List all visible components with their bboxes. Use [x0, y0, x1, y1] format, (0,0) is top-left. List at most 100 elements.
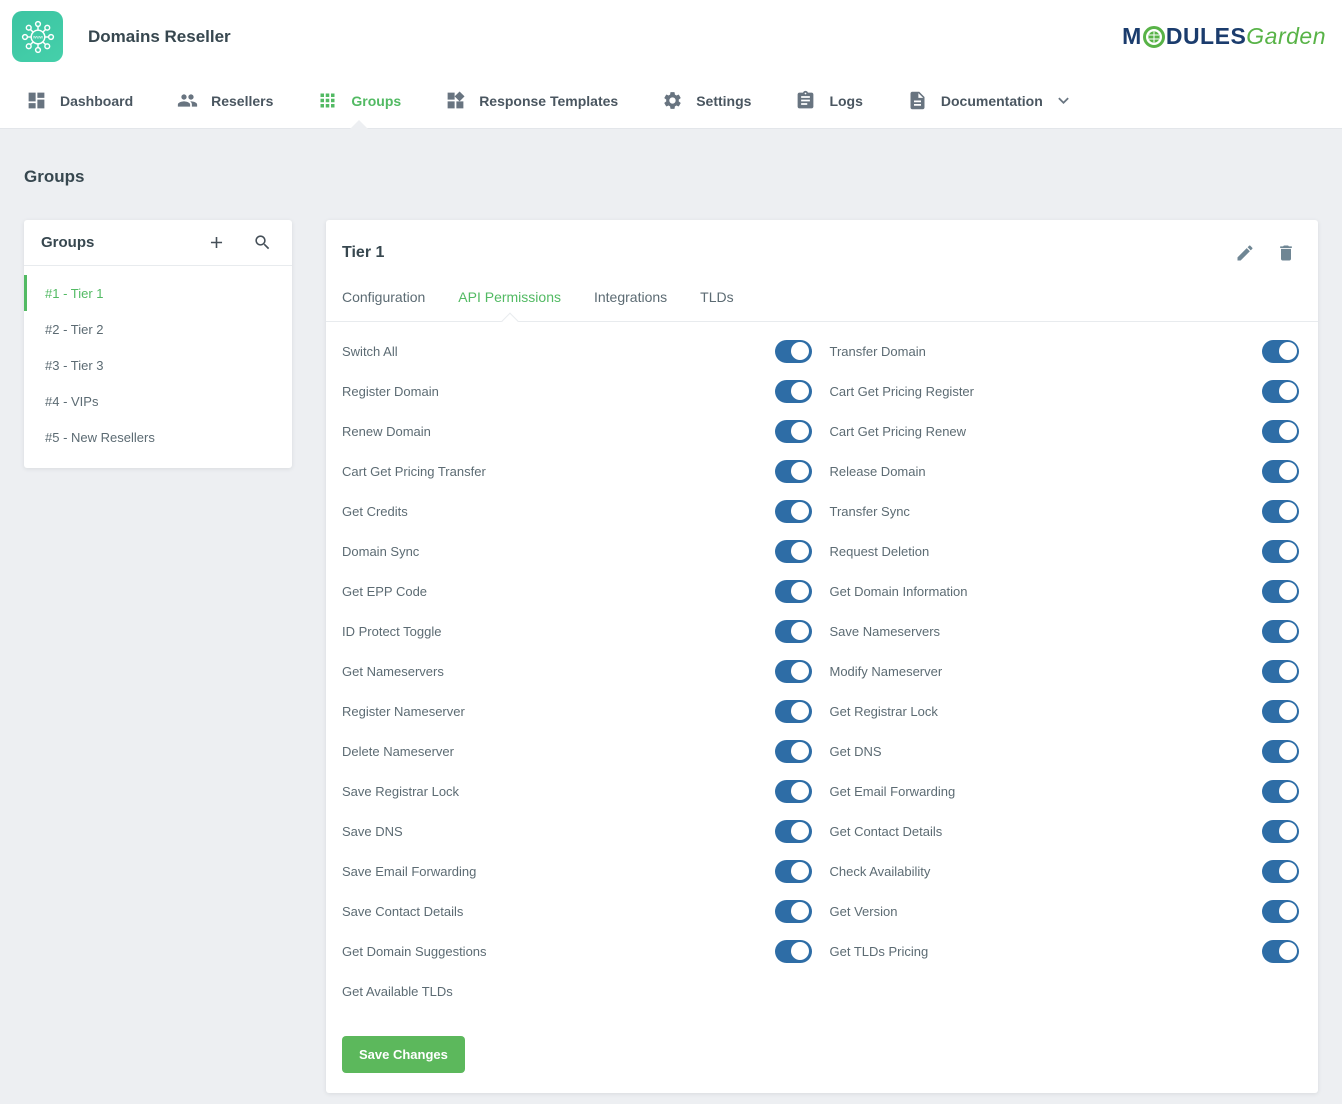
permission-label: Register Nameserver	[342, 704, 465, 719]
group-item-new-resellers[interactable]: #5 - New Resellers	[24, 419, 292, 455]
toggle-switch[interactable]	[1262, 700, 1299, 723]
permission-label: Get Email Forwarding	[830, 784, 956, 799]
permission-label: Cart Get Pricing Transfer	[342, 464, 486, 479]
permission-label: Save Email Forwarding	[342, 864, 476, 879]
group-tabs: Configuration API Permissions Integratio…	[326, 289, 1318, 322]
toggle-switch[interactable]	[1262, 540, 1299, 563]
globe-icon	[1143, 26, 1165, 48]
permission-label: Switch All	[342, 344, 398, 359]
save-changes-button[interactable]: Save Changes	[342, 1036, 465, 1073]
nav-item-settings[interactable]: Settings	[662, 73, 751, 128]
svg-text:www: www	[32, 34, 43, 39]
toggle-switch[interactable]	[1262, 580, 1299, 603]
toggle-switch[interactable]	[775, 380, 812, 403]
nav-item-resellers[interactable]: Resellers	[177, 73, 273, 128]
toggle-switch[interactable]	[1262, 420, 1299, 443]
delete-icon[interactable]	[1276, 243, 1296, 263]
document-icon	[907, 90, 928, 111]
nav-item-groups[interactable]: Groups	[317, 73, 401, 128]
search-groups-button[interactable]	[253, 233, 272, 252]
toggle-switch[interactable]	[1262, 380, 1299, 403]
nav-item-logs[interactable]: Logs	[795, 73, 862, 128]
toggle-switch[interactable]	[775, 500, 812, 523]
group-item-vips[interactable]: #4 - VIPs	[24, 383, 292, 419]
toggle-switch[interactable]	[775, 860, 812, 883]
permission-row: Get Email Forwarding	[830, 771, 1300, 811]
nav-label: Groups	[351, 93, 401, 109]
toggle-switch[interactable]	[1262, 940, 1299, 963]
permission-label: Get Contact Details	[830, 824, 943, 839]
toggle-switch[interactable]	[1262, 900, 1299, 923]
toggle-switch[interactable]	[1262, 860, 1299, 883]
nav-item-dashboard[interactable]: Dashboard	[26, 73, 133, 128]
toggle-switch[interactable]	[775, 820, 812, 843]
toggle-switch[interactable]	[1262, 780, 1299, 803]
modulesgarden-logo: M DULES Garden	[1122, 23, 1326, 50]
toggle-switch[interactable]	[775, 460, 812, 483]
toggle-switch[interactable]	[775, 580, 812, 603]
nav-item-documentation[interactable]: Documentation	[907, 73, 1074, 128]
permission-label: Get DNS	[830, 744, 882, 759]
clipboard-icon	[795, 90, 816, 111]
tab-api-permissions[interactable]: API Permissions	[458, 289, 561, 321]
permission-label: Get Domain Information	[830, 584, 968, 599]
permission-row: Get Contact Details	[830, 811, 1300, 851]
toggle-switch[interactable]	[775, 700, 812, 723]
permission-row: Register Nameserver	[342, 691, 812, 731]
permission-row: ID Protect Toggle	[342, 611, 812, 651]
permission-row: Get Nameservers	[342, 651, 812, 691]
add-group-button[interactable]	[207, 233, 226, 252]
toggle-switch[interactable]	[775, 940, 812, 963]
group-item-tier-3[interactable]: #3 - Tier 3	[24, 347, 292, 383]
nav-label: Response Templates	[479, 93, 618, 109]
group-item-tier-1[interactable]: #1 - Tier 1	[24, 275, 292, 311]
permission-label: Check Availability	[830, 864, 931, 879]
permission-label: Get Credits	[342, 504, 408, 519]
permission-row: Switch All	[342, 331, 812, 371]
permission-label: Get Registrar Lock	[830, 704, 938, 719]
edit-icon[interactable]	[1235, 243, 1255, 263]
brand-text-dules: DULES	[1166, 23, 1246, 50]
tab-tlds[interactable]: TLDs	[700, 289, 733, 321]
nav-item-response-templates[interactable]: Response Templates	[445, 73, 618, 128]
groups-sidebar: Groups #1 - Tier 1 #2 - Tier 2 #3 - Tier…	[24, 220, 292, 468]
toggle-switch[interactable]	[775, 780, 812, 803]
page-app-title: Domains Reseller	[88, 27, 231, 47]
toggle-switch[interactable]	[775, 620, 812, 643]
dashboard-icon	[26, 90, 47, 111]
tab-configuration[interactable]: Configuration	[342, 289, 425, 321]
toggle-switch[interactable]	[775, 900, 812, 923]
permission-row: Renew Domain	[342, 411, 812, 451]
toggle-switch[interactable]	[1262, 460, 1299, 483]
toggle-switch[interactable]	[1262, 620, 1299, 643]
toggle-switch[interactable]	[775, 740, 812, 763]
permission-row: Cart Get Pricing Register	[830, 371, 1300, 411]
tab-integrations[interactable]: Integrations	[594, 289, 667, 321]
toggle-switch[interactable]	[1262, 740, 1299, 763]
permission-label: ID Protect Toggle	[342, 624, 441, 639]
permission-label: Save Registrar Lock	[342, 784, 459, 799]
toggle-switch[interactable]	[775, 540, 812, 563]
permission-label: Register Domain	[342, 384, 439, 399]
nav-label: Documentation	[941, 93, 1043, 109]
group-title: Tier 1	[342, 244, 384, 262]
toggle-switch[interactable]	[775, 420, 812, 443]
search-icon	[253, 233, 272, 252]
permission-row: Get Registrar Lock	[830, 691, 1300, 731]
permission-label: Renew Domain	[342, 424, 431, 439]
permission-row: Get Domain Information	[830, 571, 1300, 611]
toggle-switch[interactable]	[1262, 820, 1299, 843]
toggle-switch[interactable]	[1262, 660, 1299, 683]
toggle-switch[interactable]	[1262, 500, 1299, 523]
toggle-switch[interactable]	[1262, 340, 1299, 363]
nav-label: Logs	[829, 93, 862, 109]
permission-row: Domain Sync	[342, 531, 812, 571]
main-nav: Dashboard Resellers Groups Response Temp…	[0, 73, 1342, 129]
group-item-tier-2[interactable]: #2 - Tier 2	[24, 311, 292, 347]
app-logo: www	[12, 11, 63, 62]
page-title: Groups	[24, 167, 1318, 187]
toggle-switch[interactable]	[775, 660, 812, 683]
toggle-switch[interactable]	[775, 340, 812, 363]
permission-row: Save Registrar Lock	[342, 771, 812, 811]
permission-label: Get Nameservers	[342, 664, 444, 679]
